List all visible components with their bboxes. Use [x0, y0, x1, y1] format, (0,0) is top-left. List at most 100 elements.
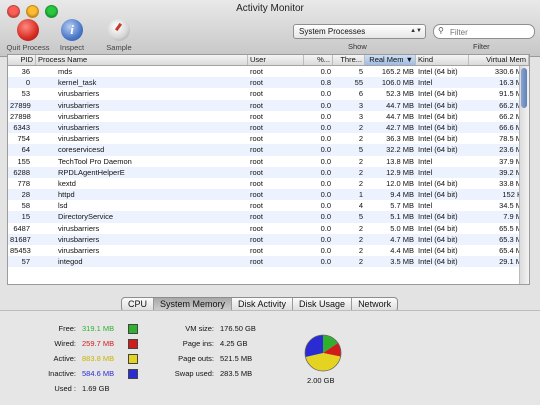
cell-user: root	[250, 212, 263, 222]
inspect-label: Inspect	[59, 43, 85, 52]
column-pid[interactable]: PID	[8, 55, 36, 65]
memory-active-label: Active:	[53, 354, 76, 363]
table-row[interactable]: 15 DirectoryService root 0.0 5 5.1 MB Intel (6…	[8, 211, 529, 223]
stop-sign-icon	[17, 19, 39, 41]
cell-cpu: 0.0	[320, 167, 331, 177]
column-real-mem[interactable]: Real Mem ▼	[365, 55, 416, 65]
memory-used-value: 1.69 GB	[82, 384, 110, 393]
scrollbar-thumb[interactable]	[521, 68, 527, 108]
table-row[interactable]: 27898 virusbarriers root 0.0 3 44.7 MB Intel (…	[8, 111, 529, 122]
sample-gauge-icon	[108, 19, 130, 41]
table-row[interactable]: 6288 RPDLAgentHelperE root 0.0 2 12.9 MB Intel…	[8, 166, 529, 178]
column-user[interactable]: User	[248, 55, 304, 65]
table-row[interactable]: 64 coreservicesd root 0.0 5 32.2 MB Intel (64 …	[8, 144, 529, 156]
cell-user: root	[250, 67, 263, 76]
table-row[interactable]: 778 kextd root 0.0 2 12.0 MB Intel (64 bit) 33.…	[8, 178, 529, 189]
cell-kind: Intel (64 bit)	[418, 234, 458, 244]
memory-inactive-label: Inactive:	[48, 369, 76, 378]
cell-kind: Intel (64 bit)	[418, 122, 458, 132]
cell-real: 44.7 MB	[386, 111, 414, 121]
cell-pid: 0	[25, 78, 30, 88]
table-row[interactable]: 28 httpd root 0.0 1 9.4 MB Intel (64 bit) 152 K…	[8, 189, 529, 201]
cell-name: mds	[58, 67, 73, 76]
cell-name: virusbarriers	[58, 122, 100, 132]
column-cpu[interactable]: %...	[304, 55, 333, 65]
cell-threads: 55	[354, 78, 363, 88]
table-row[interactable]: 754 virusbarriers root 0.0 2 36.3 MB Intel (64…	[8, 133, 529, 144]
show-popup[interactable]: System Processes ▲▼	[293, 24, 426, 39]
table-row[interactable]: 58 lsd root 0.0 4 5.7 MB Intel 34.5 MB	[8, 200, 529, 211]
cell-threads: 2	[358, 223, 363, 233]
table-row[interactable]: 6343 virusbarriers root 0.0 2 42.7 MB Intel (6…	[8, 121, 529, 134]
system-memory-panel: Free: 319.1 MB Wired: 259.7 MB Active: 8…	[0, 310, 540, 405]
table-row[interactable]: 53 virusbarriers root 0.0 6 52.3 MB Intel (64 …	[8, 88, 529, 99]
cell-pid: 6288	[13, 167, 30, 177]
cell-threads: 2	[358, 178, 363, 188]
cell-name: lsd	[58, 201, 68, 211]
cell-pid: 36	[21, 67, 30, 76]
cell-real: 12.0 MB	[386, 178, 414, 188]
cell-user: root	[250, 100, 263, 110]
info-icon: i	[61, 19, 83, 41]
table-row[interactable]: 155 TechTool Pro Daemon root 0.0 2 13.8 MB Int…	[8, 156, 529, 167]
cell-pid: 778	[17, 178, 30, 188]
free-color-swatch	[128, 324, 138, 334]
inspect-button[interactable]: i Inspect	[56, 19, 88, 52]
table-row[interactable]: 6487 virusbarriers root 0.0 2 5.0 MB Intel (64…	[8, 223, 529, 234]
cell-user: root	[250, 89, 263, 99]
cell-cpu: 0.0	[320, 67, 331, 76]
inactive-color-swatch	[128, 369, 138, 379]
memory-free-value: 319.1 MB	[82, 324, 115, 333]
cell-real: 5.7 MB	[390, 201, 414, 211]
cell-kind: Intel (64 bit)	[418, 134, 458, 144]
cell-user: root	[250, 234, 263, 244]
filter-label: Filter	[473, 42, 490, 51]
column-virtual-mem[interactable]: Virtual Mem	[469, 55, 529, 65]
cell-real: 32.2 MB	[386, 145, 414, 155]
page-ins-value: 4.25 GB	[220, 339, 248, 348]
table-row[interactable]: 85453 virusbarriers root 0.0 2 4.4 MB Intel (6…	[8, 245, 529, 256]
swap-used-stat: Swap used: 283.5 MB	[150, 368, 252, 380]
memory-active-value: 883.8 MB	[82, 354, 115, 363]
cell-real: 4.7 MB	[390, 234, 414, 244]
cell-real: 4.4 MB	[390, 246, 414, 255]
cell-threads: 2	[358, 257, 363, 267]
active-color-swatch	[128, 354, 138, 364]
quit-process-button[interactable]: Quit Process	[6, 19, 50, 52]
table-body: 36 mds root 0.0 5 165.2 MB Intel (64 bit) 330.6…	[8, 66, 529, 268]
memory-pie-chart	[304, 334, 342, 372]
cell-cpu: 0.0	[320, 122, 331, 132]
cell-name: virusbarriers	[58, 223, 100, 233]
table-row[interactable]: 27899 virusbarriers root 0.0 3 44.7 MB Intel (…	[8, 99, 529, 111]
pie-total-label: 2.00 GB	[307, 376, 335, 385]
page-outs-label: Page outs:	[178, 354, 214, 363]
cell-kind: Intel (64 bit)	[418, 212, 458, 222]
table-row[interactable]: 81687 virusbarriers root 0.0 2 4.7 MB Intel (6…	[8, 233, 529, 245]
memory-wired-value: 259.7 MB	[82, 339, 115, 348]
cell-name: coreservicesd	[58, 145, 105, 155]
cell-user: root	[250, 145, 263, 155]
cell-threads: 6	[358, 89, 363, 99]
cell-pid: 754	[17, 134, 30, 144]
cell-pid: 155	[17, 156, 30, 166]
filter-input[interactable]	[448, 26, 532, 38]
vm-size-value: 176.50 GB	[220, 324, 256, 333]
vertical-scrollbar[interactable]	[519, 66, 529, 284]
cell-real: 3.5 MB	[390, 257, 414, 267]
cell-threads: 2	[358, 167, 363, 177]
column-threads[interactable]: Thre...	[333, 55, 365, 65]
cell-cpu: 0.0	[320, 145, 331, 155]
column-process-name[interactable]: Process Name	[36, 55, 248, 65]
table-row[interactable]: 0 kernel_task root 0.8 55 106.0 MB Intel 16.3 M…	[8, 77, 529, 89]
cell-cpu: 0.0	[320, 89, 331, 99]
cell-name: kextd	[58, 178, 76, 188]
table-row[interactable]: 36 mds root 0.0 5 165.2 MB Intel (64 bit) 330.6…	[8, 66, 529, 77]
filter-search-field[interactable]: ⚲	[433, 24, 535, 39]
cell-cpu: 0.0	[320, 111, 331, 121]
cell-name: kernel_task	[58, 78, 97, 88]
process-filter-select[interactable]: System Processes ▲▼	[293, 24, 426, 39]
column-kind[interactable]: Kind	[416, 55, 469, 65]
table-row[interactable]: 57 integod root 0.0 2 3.5 MB Intel (64 bit) 29.…	[8, 256, 529, 268]
cell-real: 44.7 MB	[386, 100, 414, 110]
cell-real: 36.3 MB	[386, 134, 414, 144]
